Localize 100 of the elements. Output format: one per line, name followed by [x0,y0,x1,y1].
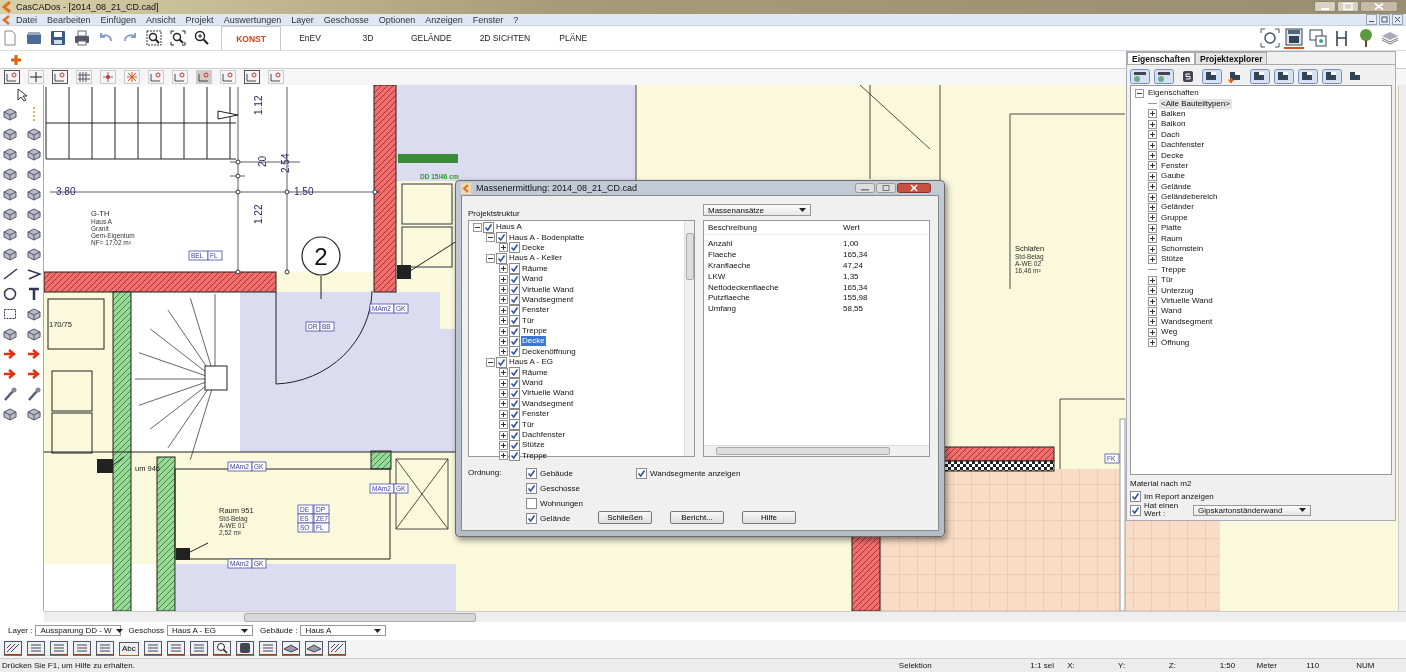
tree-item[interactable]: Fenster [521,305,551,316]
expand-toggle[interactable] [1148,306,1157,316]
tree-item[interactable]: Wandsegment [521,294,575,305]
tree-item[interactable]: Fenster [521,409,551,420]
expand-toggle[interactable] [499,451,508,461]
tree-item[interactable]: Virtuelle Wand [1159,296,1215,306]
ribbon-tab[interactable]: PLÄNE [544,26,603,50]
tree-item[interactable]: Haus A - EG [508,357,555,368]
expand-toggle[interactable] [486,357,495,367]
tree-item[interactable]: Unterzug [1159,285,1196,296]
layer-dropdown[interactable]: Haus A [300,625,387,637]
expand-toggle[interactable] [499,316,508,326]
ribbon-tab[interactable]: GELÄNDE [397,26,466,50]
expand-toggle[interactable] [1148,171,1157,181]
checkbox[interactable] [509,325,520,337]
expand-toggle[interactable] [499,347,508,357]
tree-item[interactable]: Dachfenster [521,430,567,440]
arrow-tool-icon[interactable] [2,366,18,382]
tree-item[interactable]: Virtuelle Wand [521,388,575,399]
expand-toggle[interactable] [1148,275,1157,285]
tree-item[interactable]: Dachfenster [1159,140,1207,151]
tree-item[interactable]: Stütze [1159,254,1186,265]
menu-item[interactable]: Optionen [373,14,421,25]
expand-toggle[interactable] [1148,244,1157,254]
expand-toggle[interactable] [1148,338,1157,348]
checkbox[interactable] [526,483,537,494]
expand-toggle[interactable] [473,222,482,232]
menu-item[interactable]: Fenster [467,14,509,25]
text-tool-icon[interactable] [26,286,42,302]
pipette-tool-icon[interactable] [26,386,42,402]
tree-item[interactable]: Eigenschaften [1146,88,1201,99]
expand-toggle[interactable] [499,326,508,336]
menu-item[interactable]: Geschosse [318,14,374,25]
expand-toggle[interactable] [499,285,508,295]
expand-toggle[interactable] [499,337,508,346]
polyline-tool-icon[interactable] [26,266,42,282]
ribbon-tab[interactable]: KONST [221,26,281,50]
s-square-icon[interactable] [235,641,254,657]
expand-toggle[interactable] [486,253,495,263]
layer-dropdown[interactable]: Aussparung DD - W [35,625,122,637]
expand-toggle[interactable] [499,368,508,378]
tree-item[interactable]: Raum [1159,233,1185,244]
tree-item[interactable]: Räume [521,367,549,378]
close-button[interactable] [1392,14,1403,26]
panel-tab[interactable]: Eigenschaften [1127,52,1196,64]
minimize-button[interactable] [1366,14,1377,26]
vertical-scrollbar[interactable] [1398,85,1406,611]
expand-toggle[interactable] [499,243,508,253]
arrow-tool-icon[interactable] [2,346,18,362]
expand-toggle[interactable] [499,264,508,274]
select-snap-icon[interactable] [4,70,20,84]
checkbox[interactable] [509,408,520,420]
expand-toggle[interactable] [499,388,508,398]
tree-item[interactable]: Wand [521,378,544,389]
menu-item[interactable]: Anzeigen [420,14,468,25]
column-header[interactable]: Wert [839,223,860,232]
star-snap-icon[interactable] [124,70,140,84]
menu-item[interactable]: ? [508,14,524,25]
target-view-icon[interactable] [1260,28,1280,49]
tree-item[interactable]: Gaube [1159,171,1188,182]
quantity-dropdown[interactable]: Massenansätze [703,204,811,216]
expand-toggle[interactable] [1148,223,1157,233]
panel-tab[interactable]: Projektexplorer [1195,52,1268,64]
dropdown-arrow-icon[interactable] [241,628,249,633]
zoom-icon[interactable] [212,641,231,657]
dialog-button[interactable]: Hilfe [742,511,796,524]
tree-item[interactable]: Decke [1159,150,1186,161]
checkbox[interactable] [496,356,507,368]
expand-toggle[interactable] [1148,317,1157,327]
checkbox[interactable] [509,263,520,275]
tree-item[interactable]: Gelände [1159,181,1194,192]
zoom-window-icon[interactable] [146,30,162,47]
checkbox[interactable] [1130,504,1141,516]
center-snap-icon[interactable] [100,70,116,84]
checkbox[interactable] [509,439,520,451]
tree-item[interactable]: Wand [521,274,544,285]
tree-item[interactable]: Tür [521,419,535,430]
dropdown-arrow-icon[interactable] [115,628,123,633]
checkbox[interactable] [636,468,647,479]
expand-toggle[interactable] [499,420,508,430]
arrow-tool-icon[interactable] [26,346,42,362]
zoom-in-icon[interactable] [194,30,210,47]
save-icon[interactable] [50,30,66,47]
zoom-fit-icon[interactable] [170,30,186,47]
tree-item[interactable]: Tür [1159,275,1175,286]
pipette-tool-icon[interactable] [2,386,18,402]
slab-icon[interactable] [281,641,300,657]
tree-item[interactable]: Gruppe [1159,212,1190,223]
close-button[interactable] [1360,1,1398,13]
expand-toggle[interactable] [499,430,508,440]
expand-toggle[interactable] [1148,254,1157,264]
expand-toggle[interactable] [1148,192,1157,202]
tree-item[interactable]: Räume [521,263,549,274]
tree-item[interactable]: Platte [1159,223,1184,234]
circle-tool-icon[interactable] [2,286,18,302]
expand-toggle[interactable] [1148,327,1157,337]
close-button[interactable] [897,183,931,193]
expand-toggle[interactable] [1148,130,1157,140]
menu-item[interactable]: Einfügen [95,14,142,25]
menu-item[interactable]: Datei [11,14,42,25]
